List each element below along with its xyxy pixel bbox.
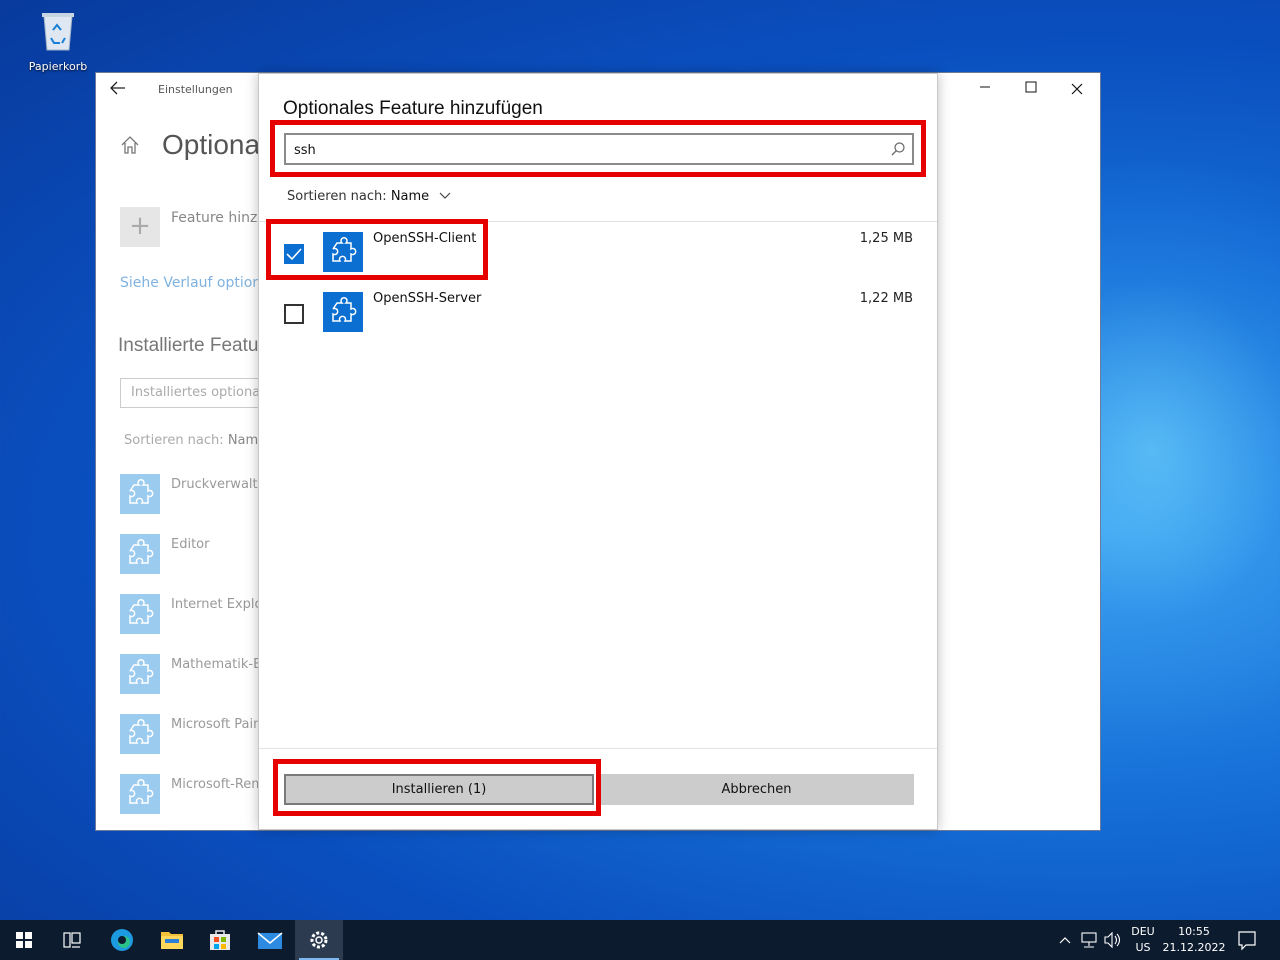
- clock[interactable]: 10:55 21.12.2022: [1162, 924, 1226, 956]
- puzzle-icon: [323, 292, 363, 332]
- input-language-button[interactable]: DEU US: [1130, 924, 1156, 956]
- chevron-down-icon: [439, 189, 451, 204]
- minimize-icon: [980, 86, 990, 88]
- show-hidden-icons-button[interactable]: [1056, 920, 1074, 960]
- recycle-bin-icon: [38, 8, 78, 52]
- store-icon: [210, 930, 230, 950]
- back-button[interactable]: [110, 80, 132, 100]
- notification-icon: [1238, 931, 1256, 951]
- highlight-search-box: [270, 120, 926, 177]
- list-item[interactable]: Editor: [120, 534, 270, 574]
- list-item-label: Editor: [171, 537, 210, 552]
- list-item[interactable]: Internet Explor: [120, 594, 270, 634]
- add-feature-dialog: Optionales Feature hinzufügen Sortieren …: [258, 73, 938, 830]
- installed-features-heading: Installierte Featu: [118, 335, 259, 356]
- highlight-install-button: [273, 759, 601, 816]
- puzzle-icon: [120, 654, 160, 694]
- feature-row-openssh-server[interactable]: OpenSSH-Server 1,22 MB: [259, 282, 937, 342]
- task-view-button[interactable]: [48, 920, 96, 960]
- mail-taskbar-button[interactable]: [246, 920, 294, 960]
- dialog-sort-label: Sortieren nach:: [287, 189, 387, 204]
- recycle-bin-desktop-icon[interactable]: Papierkorb: [22, 8, 94, 73]
- edge-icon: [111, 929, 133, 951]
- clock-date: 21.12.2022: [1162, 941, 1226, 954]
- installed-search-input[interactable]: Installiertes optional: [120, 378, 270, 408]
- list-item[interactable]: Mathematik-Er: [120, 654, 270, 694]
- explorer-taskbar-button[interactable]: [148, 920, 196, 960]
- dialog-title: Optionales Feature hinzufügen: [283, 98, 543, 119]
- add-feature-button[interactable]: +: [120, 207, 160, 247]
- puzzle-icon: [120, 474, 160, 514]
- window-title: Einstellungen: [158, 83, 233, 96]
- installed-sort-label: Sortieren nach:: [124, 433, 224, 448]
- maximize-button[interactable]: [1008, 77, 1054, 103]
- volume-button[interactable]: [1102, 920, 1124, 960]
- network-button[interactable]: [1078, 920, 1100, 960]
- keyboard-layout: US: [1135, 941, 1151, 954]
- divider: [259, 748, 937, 749]
- feature-size: 1,22 MB: [859, 291, 913, 306]
- installed-sort[interactable]: Sortieren nach: Name: [124, 433, 266, 448]
- plus-icon: +: [129, 211, 151, 241]
- feature-size: 1,25 MB: [859, 231, 913, 246]
- dialog-sort[interactable]: Sortieren nach: Name: [287, 189, 451, 204]
- start-button[interactable]: [0, 920, 48, 960]
- list-item[interactable]: Microsoft Pain: [120, 714, 270, 754]
- list-item-label: Druckverwaltu: [171, 477, 266, 492]
- clock-time: 10:55: [1178, 925, 1210, 938]
- list-item-label: Microsoft-Rem: [171, 777, 264, 792]
- store-taskbar-button[interactable]: [196, 920, 244, 960]
- back-arrow-icon: [110, 81, 125, 95]
- settings-taskbar-button[interactable]: [295, 920, 343, 960]
- puzzle-icon: [120, 714, 160, 754]
- edge-taskbar-button[interactable]: [98, 920, 146, 960]
- network-icon: [1081, 932, 1097, 948]
- maximize-icon: [1025, 81, 1037, 93]
- mail-icon: [257, 932, 283, 949]
- taskbar: DEU US 10:55 21.12.2022: [0, 920, 1280, 960]
- close-button[interactable]: [1054, 77, 1100, 103]
- list-item[interactable]: Druckverwaltu: [120, 474, 270, 514]
- page-heading: Optiona: [162, 129, 261, 160]
- home-icon[interactable]: [120, 135, 140, 160]
- recycle-bin-label: Papierkorb: [28, 60, 88, 73]
- list-item[interactable]: Microsoft-Rem: [120, 774, 270, 814]
- list-item-label: Internet Explor: [171, 597, 268, 612]
- speaker-icon: [1104, 931, 1121, 949]
- gear-icon: [310, 931, 328, 949]
- highlight-openssh-client: [266, 219, 488, 280]
- chevron-up-icon: [1059, 937, 1071, 944]
- windows-logo-icon: [16, 932, 32, 948]
- add-feature-label: Feature hinzuf: [171, 210, 272, 226]
- notifications-button[interactable]: [1232, 920, 1262, 960]
- dialog-sort-value: Name: [390, 189, 430, 204]
- task-view-icon: [63, 932, 81, 948]
- puzzle-icon: [120, 534, 160, 574]
- language-code: DEU: [1131, 925, 1155, 938]
- close-icon: [1071, 83, 1083, 95]
- list-item-label: Mathematik-Er: [171, 657, 267, 672]
- list-item-label: Microsoft Pain: [171, 717, 262, 732]
- feature-name: OpenSSH-Server: [373, 291, 482, 306]
- puzzle-icon: [120, 594, 160, 634]
- puzzle-icon: [120, 774, 160, 814]
- folder-icon: [161, 932, 183, 949]
- minimize-button[interactable]: [962, 77, 1008, 103]
- cancel-button[interactable]: Abbrechen: [599, 774, 914, 805]
- feature-checkbox-openssh-server[interactable]: [284, 304, 304, 324]
